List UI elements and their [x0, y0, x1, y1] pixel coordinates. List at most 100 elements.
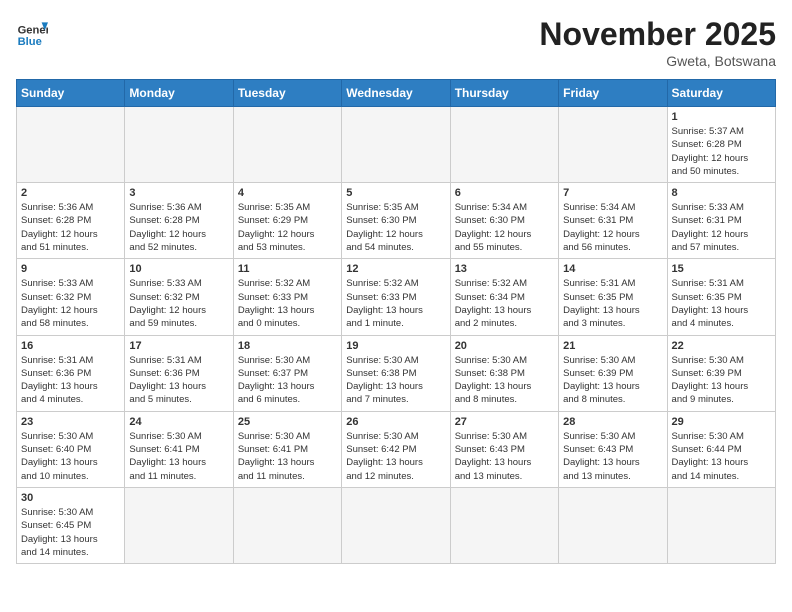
- day-info: Sunrise: 5:30 AM Sunset: 6:43 PM Dayligh…: [455, 430, 554, 483]
- day-info: Sunrise: 5:30 AM Sunset: 6:37 PM Dayligh…: [238, 354, 337, 407]
- calendar-cell: 27 Sunrise: 5:30 AM Sunset: 6:43 PM Dayli…: [450, 411, 558, 487]
- calendar-cell: 4Sunrise: 5:35 AM Sunset: 6:29 PM Daylig…: [233, 183, 341, 259]
- day-number: 9: [21, 263, 120, 275]
- day-info: Sunrise: 5:30 AM Sunset: 6:38 PM Dayligh…: [346, 354, 445, 407]
- day-of-week-header: Thursday: [450, 80, 558, 107]
- calendar-cell: [450, 107, 558, 183]
- calendar-cell: 6 Sunrise: 5:34 AM Sunset: 6:30 PM Daylig…: [450, 183, 558, 259]
- day-number: 12: [346, 263, 445, 275]
- day-info: Sunrise: 5:32 AM Sunset: 6:33 PM Dayligh…: [346, 277, 445, 330]
- calendar-cell: 20 Sunrise: 5:30 AM Sunset: 6:38 PM Dayli…: [450, 335, 558, 411]
- day-info: Sunrise: 5:31 AM Sunset: 6:35 PM Dayligh…: [672, 277, 771, 330]
- calendar-cell: 17 Sunrise: 5:31 AM Sunset: 6:36 PM Dayli…: [125, 335, 233, 411]
- calendar-cell: [450, 487, 558, 563]
- calendar-week-row: 23 Sunrise: 5:30 AM Sunset: 6:40 PM Dayli…: [17, 411, 776, 487]
- day-number: 30: [21, 492, 120, 504]
- calendar-cell: 25Sunrise: 5:30 AM Sunset: 6:41 PM Dayli…: [233, 411, 341, 487]
- day-number: 29: [672, 416, 771, 428]
- day-number: 15: [672, 263, 771, 275]
- page-header: General Blue November 2025 Gweta, Botswa…: [16, 16, 776, 69]
- calendar-cell: 12 Sunrise: 5:32 AM Sunset: 6:33 PM Dayli…: [342, 259, 450, 335]
- calendar-week-row: 2Sunrise: 5:36 AM Sunset: 6:28 PM Daylig…: [17, 183, 776, 259]
- calendar-cell: [342, 487, 450, 563]
- calendar-cell: [17, 107, 125, 183]
- day-of-week-header: Tuesday: [233, 80, 341, 107]
- day-info: Sunrise: 5:32 AM Sunset: 6:34 PM Dayligh…: [455, 277, 554, 330]
- calendar-cell: 24 Sunrise: 5:30 AM Sunset: 6:41 PM Dayli…: [125, 411, 233, 487]
- day-number: 5: [346, 187, 445, 199]
- day-number: 6: [455, 187, 554, 199]
- day-number: 17: [129, 340, 228, 352]
- day-number: 10: [129, 263, 228, 275]
- day-info: Sunrise: 5:30 AM Sunset: 6:38 PM Dayligh…: [455, 354, 554, 407]
- calendar-cell: 7 Sunrise: 5:34 AM Sunset: 6:31 PM Daylig…: [559, 183, 667, 259]
- day-number: 7: [563, 187, 662, 199]
- calendar-cell: 30 Sunrise: 5:30 AM Sunset: 6:45 PM Dayli…: [17, 487, 125, 563]
- calendar-cell: 28Sunrise: 5:30 AM Sunset: 6:43 PM Dayli…: [559, 411, 667, 487]
- calendar-table: SundayMondayTuesdayWednesdayThursdayFrid…: [16, 79, 776, 564]
- day-info: Sunrise: 5:31 AM Sunset: 6:36 PM Dayligh…: [129, 354, 228, 407]
- day-number: 24: [129, 416, 228, 428]
- logo-icon: General Blue: [16, 16, 48, 48]
- day-info: Sunrise: 5:30 AM Sunset: 6:39 PM Dayligh…: [563, 354, 662, 407]
- calendar-cell: 19 Sunrise: 5:30 AM Sunset: 6:38 PM Dayli…: [342, 335, 450, 411]
- calendar-cell: 15 Sunrise: 5:31 AM Sunset: 6:35 PM Dayli…: [667, 259, 775, 335]
- calendar-cell: 14Sunrise: 5:31 AM Sunset: 6:35 PM Dayli…: [559, 259, 667, 335]
- calendar-cell: 29Sunrise: 5:30 AM Sunset: 6:44 PM Dayli…: [667, 411, 775, 487]
- calendar-cell: 26 Sunrise: 5:30 AM Sunset: 6:42 PM Dayli…: [342, 411, 450, 487]
- day-info: Sunrise: 5:30 AM Sunset: 6:41 PM Dayligh…: [129, 430, 228, 483]
- calendar-cell: 13 Sunrise: 5:32 AM Sunset: 6:34 PM Dayli…: [450, 259, 558, 335]
- logo: General Blue: [16, 16, 48, 48]
- calendar-week-row: 30 Sunrise: 5:30 AM Sunset: 6:45 PM Dayli…: [17, 487, 776, 563]
- day-info: Sunrise: 5:36 AM Sunset: 6:28 PM Dayligh…: [21, 201, 120, 254]
- day-of-week-header: Saturday: [667, 80, 775, 107]
- calendar-cell: 9Sunrise: 5:33 AM Sunset: 6:32 PM Daylig…: [17, 259, 125, 335]
- day-info: Sunrise: 5:30 AM Sunset: 6:42 PM Dayligh…: [346, 430, 445, 483]
- calendar-cell: [125, 107, 233, 183]
- day-info: Sunrise: 5:34 AM Sunset: 6:31 PM Dayligh…: [563, 201, 662, 254]
- day-number: 20: [455, 340, 554, 352]
- day-number: 1: [672, 111, 771, 123]
- day-number: 28: [563, 416, 662, 428]
- calendar-cell: 18 Sunrise: 5:30 AM Sunset: 6:37 PM Dayli…: [233, 335, 341, 411]
- day-number: 27: [455, 416, 554, 428]
- calendar-week-row: 1 Sunrise: 5:37 AM Sunset: 6:28 PM Daylig…: [17, 107, 776, 183]
- day-number: 19: [346, 340, 445, 352]
- day-number: 8: [672, 187, 771, 199]
- calendar-cell: 16Sunrise: 5:31 AM Sunset: 6:36 PM Dayli…: [17, 335, 125, 411]
- day-info: Sunrise: 5:30 AM Sunset: 6:40 PM Dayligh…: [21, 430, 120, 483]
- calendar-cell: 23 Sunrise: 5:30 AM Sunset: 6:40 PM Dayli…: [17, 411, 125, 487]
- day-number: 25: [238, 416, 337, 428]
- day-number: 13: [455, 263, 554, 275]
- day-number: 3: [129, 187, 228, 199]
- day-of-week-header: Friday: [559, 80, 667, 107]
- day-info: Sunrise: 5:35 AM Sunset: 6:30 PM Dayligh…: [346, 201, 445, 254]
- day-info: Sunrise: 5:34 AM Sunset: 6:30 PM Dayligh…: [455, 201, 554, 254]
- day-number: 26: [346, 416, 445, 428]
- day-number: 22: [672, 340, 771, 352]
- calendar-cell: 8 Sunrise: 5:33 AM Sunset: 6:31 PM Daylig…: [667, 183, 775, 259]
- day-number: 23: [21, 416, 120, 428]
- calendar-cell: [667, 487, 775, 563]
- day-info: Sunrise: 5:31 AM Sunset: 6:36 PM Dayligh…: [21, 354, 120, 407]
- day-number: 11: [238, 263, 337, 275]
- day-info: Sunrise: 5:31 AM Sunset: 6:35 PM Dayligh…: [563, 277, 662, 330]
- calendar-header-row: SundayMondayTuesdayWednesdayThursdayFrid…: [17, 80, 776, 107]
- day-number: 18: [238, 340, 337, 352]
- calendar-cell: 2Sunrise: 5:36 AM Sunset: 6:28 PM Daylig…: [17, 183, 125, 259]
- month-title: November 2025: [539, 16, 776, 53]
- day-info: Sunrise: 5:33 AM Sunset: 6:31 PM Dayligh…: [672, 201, 771, 254]
- calendar-cell: 22Sunrise: 5:30 AM Sunset: 6:39 PM Dayli…: [667, 335, 775, 411]
- day-info: Sunrise: 5:32 AM Sunset: 6:33 PM Dayligh…: [238, 277, 337, 330]
- day-of-week-header: Wednesday: [342, 80, 450, 107]
- calendar-cell: [233, 107, 341, 183]
- calendar-cell: [233, 487, 341, 563]
- day-info: Sunrise: 5:33 AM Sunset: 6:32 PM Dayligh…: [129, 277, 228, 330]
- day-of-week-header: Monday: [125, 80, 233, 107]
- location: Gweta, Botswana: [539, 53, 776, 69]
- calendar-cell: 3Sunrise: 5:36 AM Sunset: 6:28 PM Daylig…: [125, 183, 233, 259]
- calendar-cell: 11 Sunrise: 5:32 AM Sunset: 6:33 PM Dayli…: [233, 259, 341, 335]
- calendar-cell: 5 Sunrise: 5:35 AM Sunset: 6:30 PM Daylig…: [342, 183, 450, 259]
- day-info: Sunrise: 5:30 AM Sunset: 6:45 PM Dayligh…: [21, 506, 120, 559]
- day-info: Sunrise: 5:37 AM Sunset: 6:28 PM Dayligh…: [672, 125, 771, 178]
